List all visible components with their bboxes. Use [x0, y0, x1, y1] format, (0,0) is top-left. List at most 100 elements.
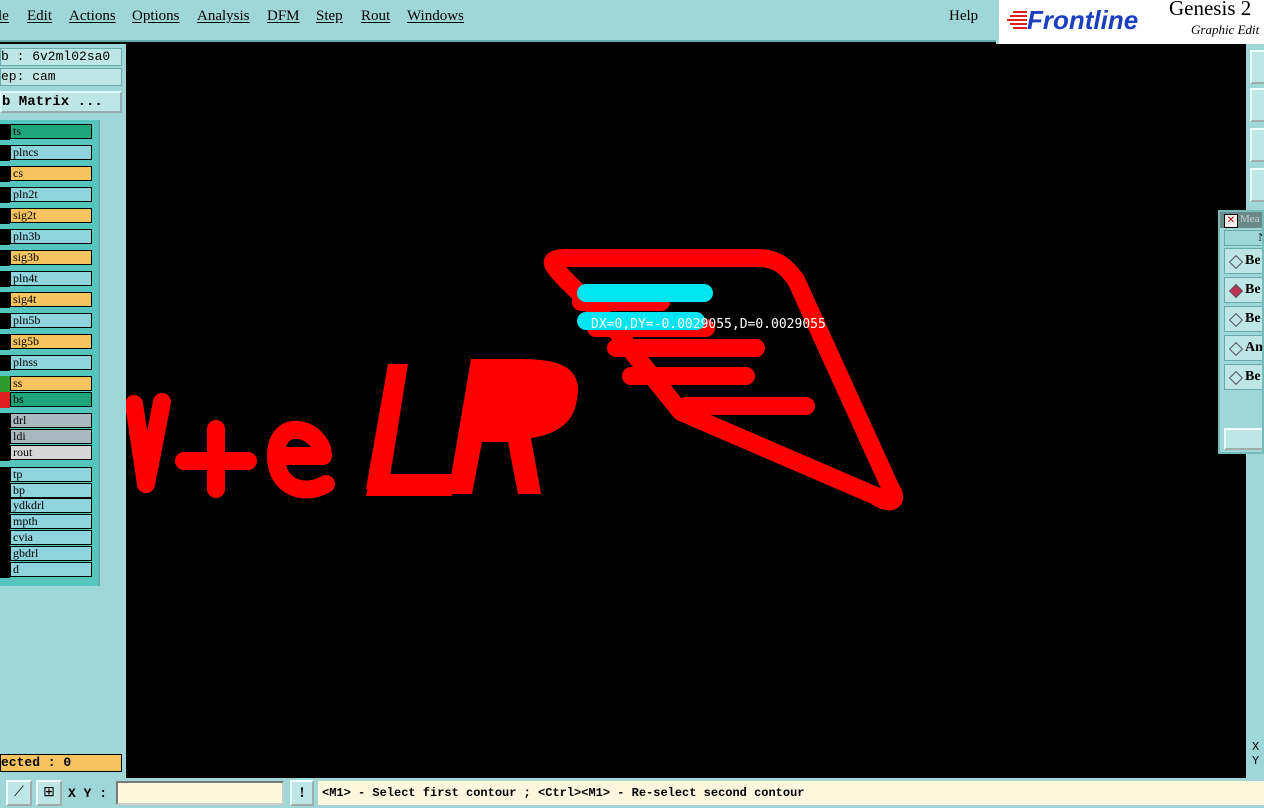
layer-row-bs[interactable]: bs [0, 392, 96, 408]
measure-option-2[interactable]: Be [1224, 306, 1262, 332]
radio-diamond-icon[interactable] [1228, 341, 1244, 357]
layer-name[interactable]: sig5b [10, 334, 92, 349]
layer-row-pln4t[interactable]: pln4t [0, 271, 96, 287]
layer-name[interactable]: sig3b [10, 250, 92, 265]
layer-row-mpth[interactable]: mpth [0, 514, 96, 530]
measure-option-4[interactable]: Be [1224, 364, 1262, 390]
layer-name[interactable]: cs [10, 166, 92, 181]
layer-color-swatch[interactable] [0, 467, 10, 483]
menu-edit[interactable]: Edit [27, 8, 52, 25]
layer-color-swatch[interactable] [0, 530, 10, 546]
zoom-out-button[interactable] [1250, 168, 1264, 202]
layer-name[interactable]: pln4t [10, 271, 92, 286]
radio-diamond-icon[interactable] [1228, 312, 1244, 328]
layer-row-cs[interactable]: cs [0, 166, 96, 182]
layer-name[interactable]: rout [10, 445, 92, 460]
layer-name[interactable]: bs [10, 392, 92, 407]
popup-close-button[interactable] [1224, 428, 1262, 450]
menu-options[interactable]: Options [132, 8, 180, 25]
menu-dfm[interactable]: DFM [267, 8, 300, 25]
menu-help[interactable]: Help [949, 8, 978, 25]
layer-name[interactable]: sig4t [10, 292, 92, 307]
measure-option-3[interactable]: An [1224, 335, 1262, 361]
layer-name[interactable]: tp [10, 467, 92, 482]
layer-color-swatch[interactable] [0, 355, 10, 371]
layer-color-swatch[interactable] [0, 562, 10, 578]
layer-row-pln2t[interactable]: pln2t [0, 187, 96, 203]
radio-diamond-icon[interactable] [1228, 254, 1244, 270]
layer-row-tp[interactable]: tp [0, 467, 96, 483]
menu-actions[interactable]: Actions [69, 8, 116, 25]
layer-row-sig5b[interactable]: sig5b [0, 334, 96, 350]
layer-color-swatch[interactable] [0, 498, 10, 514]
layer-color-swatch[interactable] [0, 229, 10, 245]
layer-row-plnss[interactable]: plnss [0, 355, 96, 371]
layer-color-swatch[interactable] [0, 250, 10, 266]
layer-name[interactable]: ydkdrl [10, 498, 92, 513]
layer-row-gbdrl[interactable]: gbdrl [0, 546, 96, 562]
close-icon[interactable]: ✕ [1224, 214, 1238, 228]
layer-name[interactable]: pln5b [10, 313, 92, 328]
layer-color-swatch[interactable] [0, 124, 10, 140]
menu-analysis[interactable]: Analysis [197, 8, 250, 25]
layer-name[interactable]: gbdrl [10, 546, 92, 561]
xy-input[interactable] [116, 781, 284, 805]
layer-color-swatch[interactable] [0, 514, 10, 530]
layer-name[interactable]: d [10, 562, 92, 577]
menu-file[interactable]: le [0, 8, 9, 25]
layer-name[interactable]: plnss [10, 355, 92, 370]
layer-color-swatch[interactable] [0, 187, 10, 203]
layer-name[interactable]: bp [10, 483, 92, 498]
layer-row-ldi[interactable]: ldi [0, 429, 96, 445]
warning-icon[interactable]: ! [290, 780, 314, 806]
pan-button[interactable] [1250, 88, 1264, 122]
menu-step[interactable]: Step [316, 8, 343, 25]
layer-row-drl[interactable]: drl [0, 413, 96, 429]
layer-row-plncs[interactable]: plncs [0, 145, 96, 161]
layer-row-bp[interactable]: bp [0, 483, 96, 499]
layer-row-sig4t[interactable]: sig4t [0, 292, 96, 308]
zoom-in-button[interactable] [1250, 128, 1264, 162]
layer-color-swatch[interactable] [0, 413, 10, 429]
layer-name[interactable]: sig2t [10, 208, 92, 223]
layer-name[interactable]: mpth [10, 514, 92, 529]
layer-name[interactable]: plncs [10, 145, 92, 160]
radio-diamond-icon[interactable] [1228, 283, 1244, 299]
layer-name[interactable]: cvia [10, 530, 92, 545]
measure-option-0[interactable]: Be [1224, 248, 1262, 274]
zoom-fit-button[interactable] [1250, 50, 1264, 84]
layer-name[interactable]: ts [10, 124, 92, 139]
layer-color-swatch[interactable] [0, 392, 10, 408]
layer-color-swatch[interactable] [0, 166, 10, 182]
snap-icon[interactable]: ⟋ [6, 780, 32, 806]
layer-color-swatch[interactable] [0, 334, 10, 350]
layer-row-ydkdrl[interactable]: ydkdrl [0, 498, 96, 514]
layer-color-swatch[interactable] [0, 376, 10, 392]
measure-option-1[interactable]: Be [1224, 277, 1262, 303]
layer-color-swatch[interactable] [0, 546, 10, 562]
graphic-canvas[interactable]: DX=0,DY=-0.0029055,D=0.0029055 [126, 44, 1246, 778]
menu-windows[interactable]: Windows [407, 8, 464, 25]
layer-color-swatch[interactable] [0, 445, 10, 461]
layer-row-sig3b[interactable]: sig3b [0, 250, 96, 266]
layer-name[interactable]: drl [10, 413, 92, 428]
layer-color-swatch[interactable] [0, 429, 10, 445]
layer-name[interactable]: ss [10, 376, 92, 391]
layer-color-swatch[interactable] [0, 145, 10, 161]
job-matrix-button[interactable]: b Matrix ... [0, 91, 122, 113]
layer-color-swatch[interactable] [0, 483, 10, 499]
layer-row-d[interactable]: d [0, 562, 96, 578]
menu-rout[interactable]: Rout [361, 8, 390, 25]
layer-name[interactable]: ldi [10, 429, 92, 444]
layer-row-pln5b[interactable]: pln5b [0, 313, 96, 329]
layer-row-ss[interactable]: ss [0, 376, 96, 392]
layer-color-swatch[interactable] [0, 208, 10, 224]
layer-color-swatch[interactable] [0, 271, 10, 287]
popup-title-bar[interactable]: ✕ Mea [1220, 212, 1262, 228]
layer-row-sig2t[interactable]: sig2t [0, 208, 96, 224]
layer-row-pln3b[interactable]: pln3b [0, 229, 96, 245]
layer-name[interactable]: pln3b [10, 229, 92, 244]
layer-name[interactable]: pln2t [10, 187, 92, 202]
layer-row-ts[interactable]: ts [0, 124, 96, 140]
radio-diamond-icon[interactable] [1228, 370, 1244, 386]
